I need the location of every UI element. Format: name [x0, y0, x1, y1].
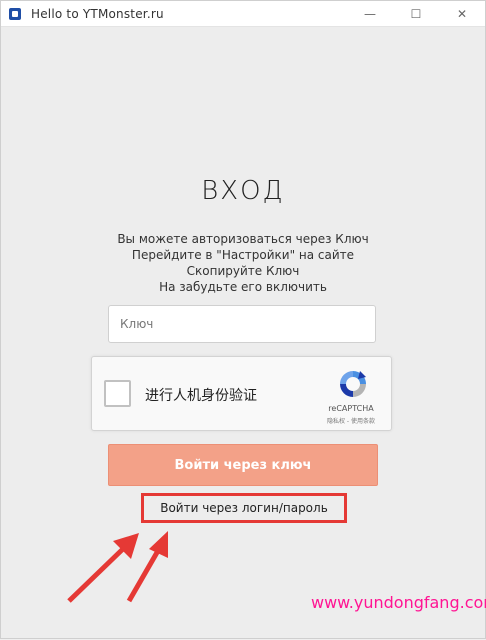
annotation-arrows	[67, 531, 168, 603]
red-arrow-icon	[67, 533, 139, 603]
app-window: Hello to YTMonster.ru — ☐ ✕ ВХОД Вы може…	[0, 0, 486, 639]
watermark-text: www.yundongfang.com	[311, 593, 486, 612]
